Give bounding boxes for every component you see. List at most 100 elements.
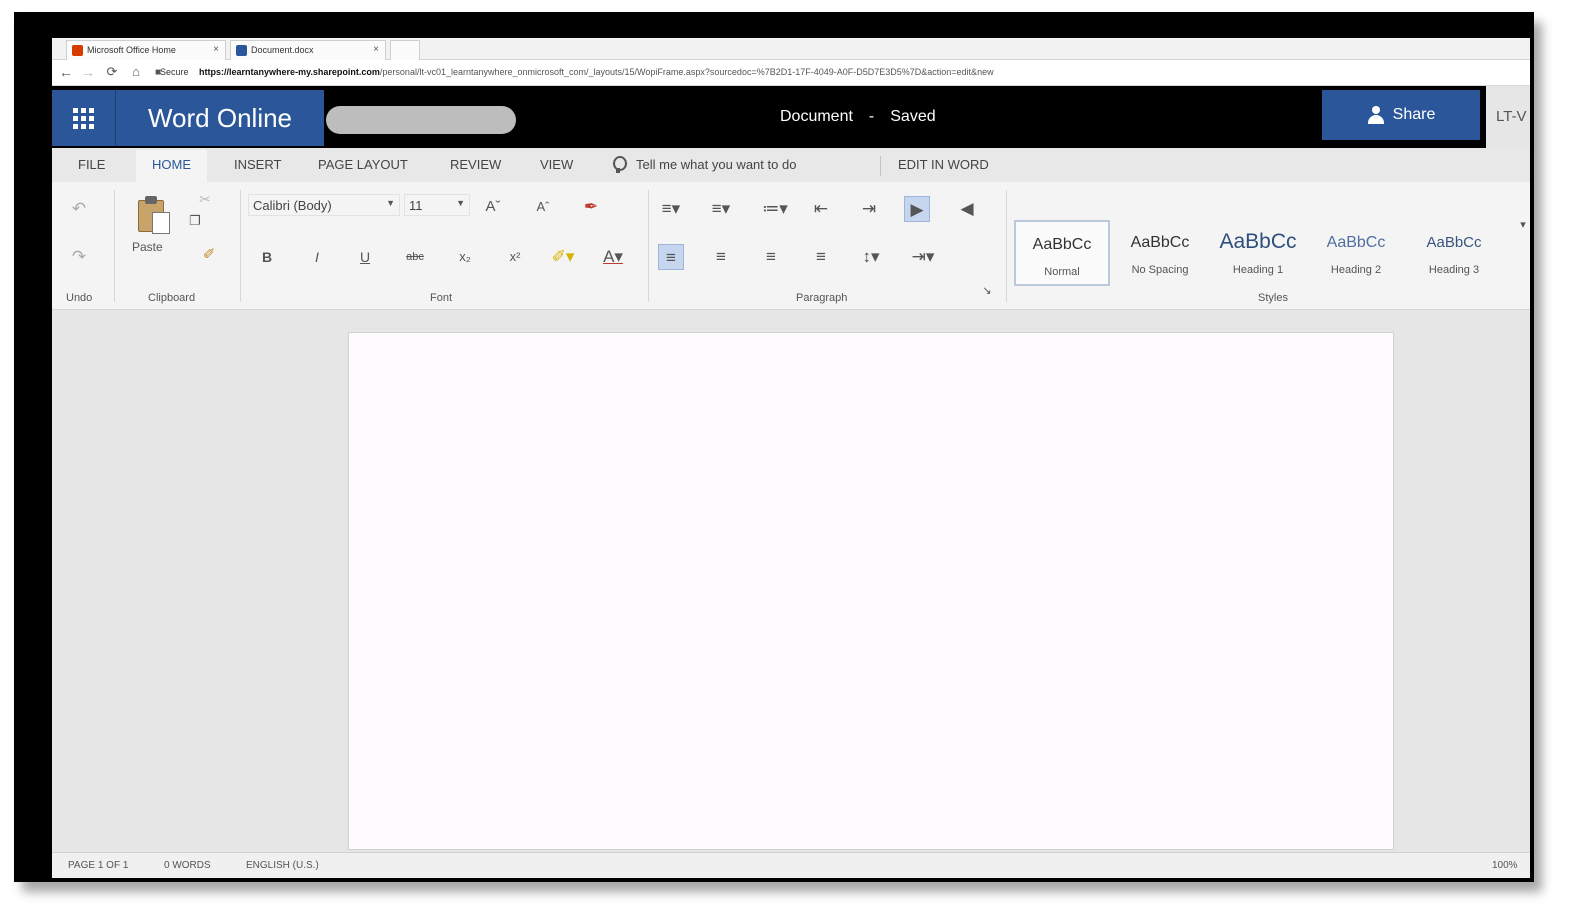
save-status: Saved [890,108,936,125]
superscript-icon[interactable]: x² [502,244,528,270]
align-right-icon[interactable]: ≡ [758,244,784,270]
italic-icon[interactable]: I [304,244,330,270]
tab-view[interactable]: VIEW [540,157,573,172]
share-button[interactable]: Share [1322,90,1480,140]
style-name: No Spacing [1131,264,1189,276]
style-name: Heading 2 [1330,264,1382,276]
document-canvas [52,310,1530,852]
user-name[interactable]: LT-V [1496,108,1527,125]
paragraph-spacing-icon[interactable]: ⇥▾ [910,244,936,270]
tab-edit-in-word[interactable]: EDIT IN WORD [898,157,989,172]
document-page[interactable] [348,332,1394,850]
language-indicator[interactable]: ENGLISH (U.S.) [246,860,319,871]
group-divider [114,190,115,302]
person-icon [1367,106,1385,124]
font-color-icon[interactable]: A▾ [600,244,626,270]
paste-icon[interactable] [134,194,174,238]
format-painter-icon[interactable]: ✐ [196,242,222,268]
lightbulb-icon [612,156,627,174]
style-sample: AaBbCc [1426,234,1482,251]
chevron-down-icon: ▼ [386,198,395,208]
style-name: Heading 3 [1428,264,1480,276]
line-spacing-icon[interactable]: ↕▾ [858,244,884,270]
left-to-right-icon[interactable]: ▶ [904,196,930,222]
subscript-icon[interactable]: x₂ [452,244,478,270]
style-sample: AaBbCc [1219,230,1297,253]
home-icon[interactable]: ⌂ [128,64,144,79]
tab-review[interactable]: REVIEW [450,157,501,172]
browser-tabstrip: Microsoft Office Home × Document.docx × [52,38,1530,60]
style-heading-1[interactable]: AaBbCc Heading 1 [1210,220,1306,286]
ribbon-tabs: FILE HOME INSERT PAGE LAYOUT REVIEW VIEW… [52,148,1530,184]
strikethrough-icon[interactable]: abc [402,244,428,270]
bullets-icon[interactable]: ≡▾ [658,196,684,222]
underline-icon[interactable]: U [352,244,378,270]
style-heading-2[interactable]: AaBbCc Heading 2 [1308,220,1404,286]
word-favicon-icon [236,45,247,56]
undo-icon[interactable]: ↶ [66,196,92,222]
browser-tab-office-home[interactable]: Microsoft Office Home × [66,40,226,60]
group-label-clipboard: Clipboard [148,292,196,304]
browser-tab-title: Document.docx [251,45,314,55]
style-name: Normal [1044,266,1080,278]
align-left-icon[interactable]: ≡ [658,244,684,270]
tab-page-layout[interactable]: PAGE LAYOUT [318,157,408,172]
url-field[interactable]: Secure https://learntanywhere-my.sharepo… [160,67,994,77]
document-name: Document [780,108,853,125]
redacted-area [326,106,516,134]
redo-icon[interactable]: ↷ [66,244,92,270]
style-normal[interactable]: AaBbCc Normal [1014,220,1110,286]
style-sample: AaBbCc [1130,234,1190,251]
app-launcher-button[interactable] [52,90,116,146]
font-size-select[interactable]: 11 ▼ [404,194,470,216]
tab-divider [880,156,881,176]
waffle-icon [73,107,94,129]
clear-formatting-icon[interactable]: ✒ [578,194,604,220]
title-separator: - [868,108,875,125]
browser-tab-document[interactable]: Document.docx × [230,40,386,60]
shrink-font-icon[interactable]: Aˆ [530,194,556,220]
paragraph-dialog-launcher-icon[interactable]: ↘ [974,278,1000,304]
group-label-styles: Styles [1258,292,1288,304]
close-tab-icon[interactable]: × [373,44,379,55]
office-favicon-icon [72,45,83,56]
decrease-indent-icon[interactable]: ⇤ [808,196,834,222]
url-path: /personal/lt-vc01_learntanywhere_onmicro… [379,67,994,77]
tell-me-search[interactable]: Tell me what you want to do [636,157,796,172]
app-brand[interactable]: Word Online [116,90,324,146]
back-arrow-icon[interactable]: ← [58,64,74,80]
group-divider [1006,190,1007,302]
forward-arrow-icon[interactable]: → [80,64,96,80]
style-no-spacing[interactable]: AaBbCc No Spacing [1112,220,1208,286]
screenshot-frame: Microsoft Office Home × Document.docx × … [14,12,1534,882]
increase-indent-icon[interactable]: ⇥ [856,196,882,222]
ribbon: ↶ ↷ Undo Paste ✂ ❐ ✐ Clipboard Calibri (… [52,182,1530,310]
browser-tab-title: Microsoft Office Home [87,45,176,55]
share-label: Share [1392,106,1436,123]
numbering-icon[interactable]: ≡▾ [708,196,734,222]
close-tab-icon[interactable]: × [213,44,219,55]
zoom-level[interactable]: 100% [1492,860,1518,871]
multilevel-list-icon[interactable]: ≔▾ [762,196,788,222]
styles-more-icon[interactable]: ▾ [1510,212,1530,238]
paste-button-label[interactable]: Paste [132,240,163,254]
tab-insert[interactable]: INSERT [234,157,281,172]
grow-font-icon[interactable]: Aˇ [480,194,506,220]
right-to-left-icon[interactable]: ◀ [954,196,980,222]
word-count: 0 WORDS [164,860,211,871]
reload-icon[interactable]: ⟳ [104,64,120,80]
bold-icon[interactable]: B [254,244,280,270]
highlight-icon[interactable]: ✐▾ [550,244,576,270]
chevron-down-icon: ▼ [456,198,465,208]
font-name-select[interactable]: Calibri (Body) ▼ [248,194,400,216]
new-tab-button[interactable] [390,40,420,60]
copy-icon[interactable]: ❐ [182,208,208,234]
align-center-icon[interactable]: ≡ [708,244,734,270]
document-title[interactable]: Document - Saved [780,108,936,126]
style-heading-3[interactable]: AaBbCc Heading 3 [1406,220,1502,286]
justify-icon[interactable]: ≡ [808,244,834,270]
tab-file[interactable]: FILE [78,157,105,172]
app-header: Word Online Document - Saved Share [52,86,1486,148]
tab-home[interactable]: HOME [136,150,207,184]
screen: Microsoft Office Home × Document.docx × … [52,38,1530,878]
